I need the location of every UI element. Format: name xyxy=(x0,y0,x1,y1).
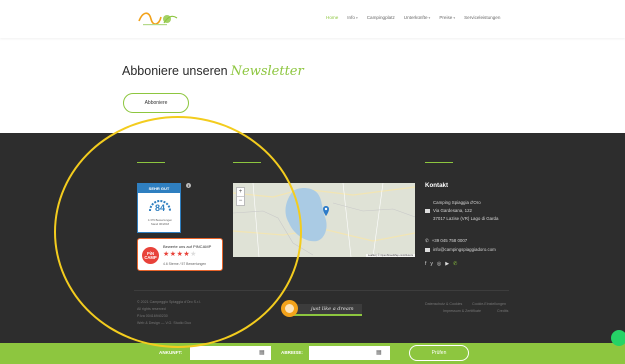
footer-accent-line xyxy=(137,162,165,163)
badge-subtext: 4.379 Bewertungen Stand 06/2018 xyxy=(147,218,173,226)
credits-line[interactable]: Web & Design — V.G. Studio Duo xyxy=(137,321,191,325)
check-availability-button[interactable]: Prüfen xyxy=(409,345,469,361)
phone-icon: ✆ xyxy=(425,238,429,243)
newsletter-title-script: Newsletter xyxy=(230,64,304,79)
chevron-down-icon: ▾ xyxy=(355,16,358,20)
location-map[interactable]: + − Leaflet | © OpenStreetMap contributo… xyxy=(233,183,415,257)
departure-label: ABREISE: xyxy=(281,350,303,355)
site-header: Home Info▾ Campingplatz Unterkünfte▾ Pre… xyxy=(0,0,625,38)
calendar-icon[interactable]: ▦ xyxy=(376,349,382,356)
nav-item-serviceleistungen[interactable]: Serviceleistungen xyxy=(464,15,500,20)
zoom-in-button[interactable]: + xyxy=(237,188,244,196)
imprint-link[interactable]: Impressum & Zertifikate xyxy=(443,309,481,313)
badge-score: 84 xyxy=(154,203,165,213)
rating-badge[interactable]: SEHR GUT 84 4.379 Bewertungen Stand 06/2… xyxy=(137,183,181,233)
nav-item-campingplatz[interactable]: Campingplatz xyxy=(367,15,395,20)
map-tiles xyxy=(233,183,415,257)
footer-accent-line xyxy=(425,162,453,163)
star-icon: ★ xyxy=(190,251,197,258)
credits-link[interactable]: Credits xyxy=(497,309,508,313)
zoom-out-button[interactable]: − xyxy=(237,196,244,205)
star-icon: ★ xyxy=(163,251,170,258)
contact-name: Camping Spiaggia d'Oro xyxy=(433,200,481,205)
contact-address: Via Gardesana, 122 xyxy=(425,208,472,213)
whatsapp-chat-icon[interactable] xyxy=(611,330,625,346)
pincamp-widget[interactable]: PiN CAMP Bewerte uns auf PINCAMP ★★★★★ 4… xyxy=(137,238,223,271)
newsletter-title-plain: Abboniere unseren xyxy=(122,64,228,78)
newsletter-heading: Abboniere unseren Newsletter xyxy=(122,64,304,79)
subscribe-button[interactable]: Abboniere xyxy=(123,93,189,113)
nav-item-info[interactable]: Info▾ xyxy=(347,15,357,20)
copyright-line: P.Iva 00416940230 xyxy=(137,314,168,318)
calendar-icon[interactable]: ▦ xyxy=(259,349,265,356)
contact-city: 37017 Lazise (VR) Lago di Garda xyxy=(433,216,499,221)
mail-icon xyxy=(425,247,430,252)
chevron-down-icon: ▾ xyxy=(453,16,456,20)
footer-accent-line xyxy=(233,162,261,163)
pincamp-subtext: 4.6 Sterne / 57 Bewertungen xyxy=(163,262,207,266)
privacy-link[interactable]: Datenschutz & Cookies xyxy=(425,302,462,306)
footer-divider xyxy=(134,290,509,291)
contact-heading: Kontakt xyxy=(425,182,449,189)
chevron-down-icon: ▾ xyxy=(428,16,431,20)
pincamp-logo: PiN CAMP xyxy=(142,247,159,264)
video-icon[interactable]: ▶ xyxy=(445,261,449,267)
arrival-label: ANKUNFT: xyxy=(159,350,183,355)
copyright-line: © 2021 Campeggio Spiaggia d'Oro S.r.l. xyxy=(137,300,201,304)
map-attribution[interactable]: Leaflet | © OpenStreetMap contributors xyxy=(365,254,415,257)
map-marker-icon xyxy=(425,208,430,213)
map-zoom-control[interactable]: + − xyxy=(236,187,245,206)
contact-email[interactable]: info@campingspiaggiadoro.com xyxy=(425,247,496,252)
contact-phone[interactable]: ✆ +39 045 758 0007 xyxy=(425,238,467,244)
star-rating: ★★★★★ xyxy=(163,250,197,258)
cookie-settings-link[interactable]: Cookie-Einstellungen xyxy=(472,302,506,306)
star-icon: ★ xyxy=(169,251,177,258)
copyright-line: All rights reserved xyxy=(137,307,166,311)
nav-item-home[interactable]: Home xyxy=(326,15,338,20)
instagram-icon[interactable]: ◎ xyxy=(437,261,441,267)
pincamp-title: Bewerte uns auf PINCAMP xyxy=(163,244,212,249)
nav-item-preise[interactable]: Preise▾ xyxy=(439,15,455,20)
site-logo[interactable] xyxy=(137,9,181,29)
brand-logo-icon xyxy=(281,300,298,317)
main-nav: Home Info▾ Campingplatz Unterkünfte▾ Pre… xyxy=(326,15,500,20)
social-links: f y ◎ ▶ ✆ xyxy=(425,261,457,267)
badge-header: SEHR GUT xyxy=(138,184,180,193)
facebook-icon[interactable]: f xyxy=(425,261,426,267)
brand-slogan: just like a dream xyxy=(311,306,354,312)
nav-item-unterkuenfte[interactable]: Unterkünfte▾ xyxy=(404,15,431,20)
youtube-icon[interactable]: y xyxy=(430,261,433,267)
whatsapp-icon[interactable]: ✆ xyxy=(453,261,457,267)
info-icon[interactable]: i xyxy=(186,183,191,188)
